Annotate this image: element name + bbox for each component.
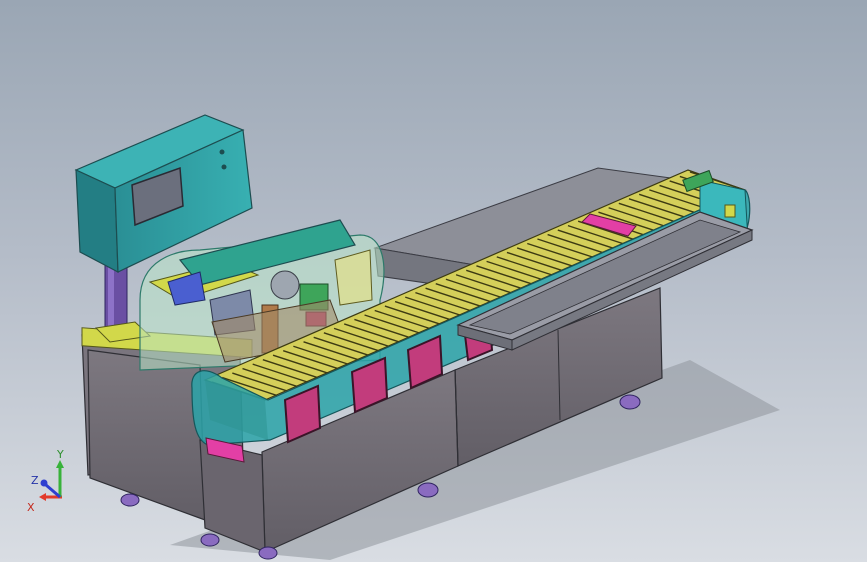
triad-y-label: Y <box>56 448 64 461</box>
caster-wheel <box>258 546 278 560</box>
caster-wheel <box>619 394 641 410</box>
model-canvas[interactable]: X Y Z <box>0 0 867 562</box>
indicator-light <box>219 149 225 155</box>
caster-wheel <box>120 493 140 507</box>
triad-z-axis <box>45 483 61 499</box>
caster-wheel <box>200 533 220 547</box>
triad-z-label: Z <box>31 474 39 487</box>
indicator-light <box>221 164 227 170</box>
caster-wheel <box>417 482 439 498</box>
cad-viewport[interactable]: X Y Z <box>0 0 867 562</box>
orientation-triad: X Y Z <box>27 448 64 514</box>
triad-x-label: X <box>27 501 35 514</box>
